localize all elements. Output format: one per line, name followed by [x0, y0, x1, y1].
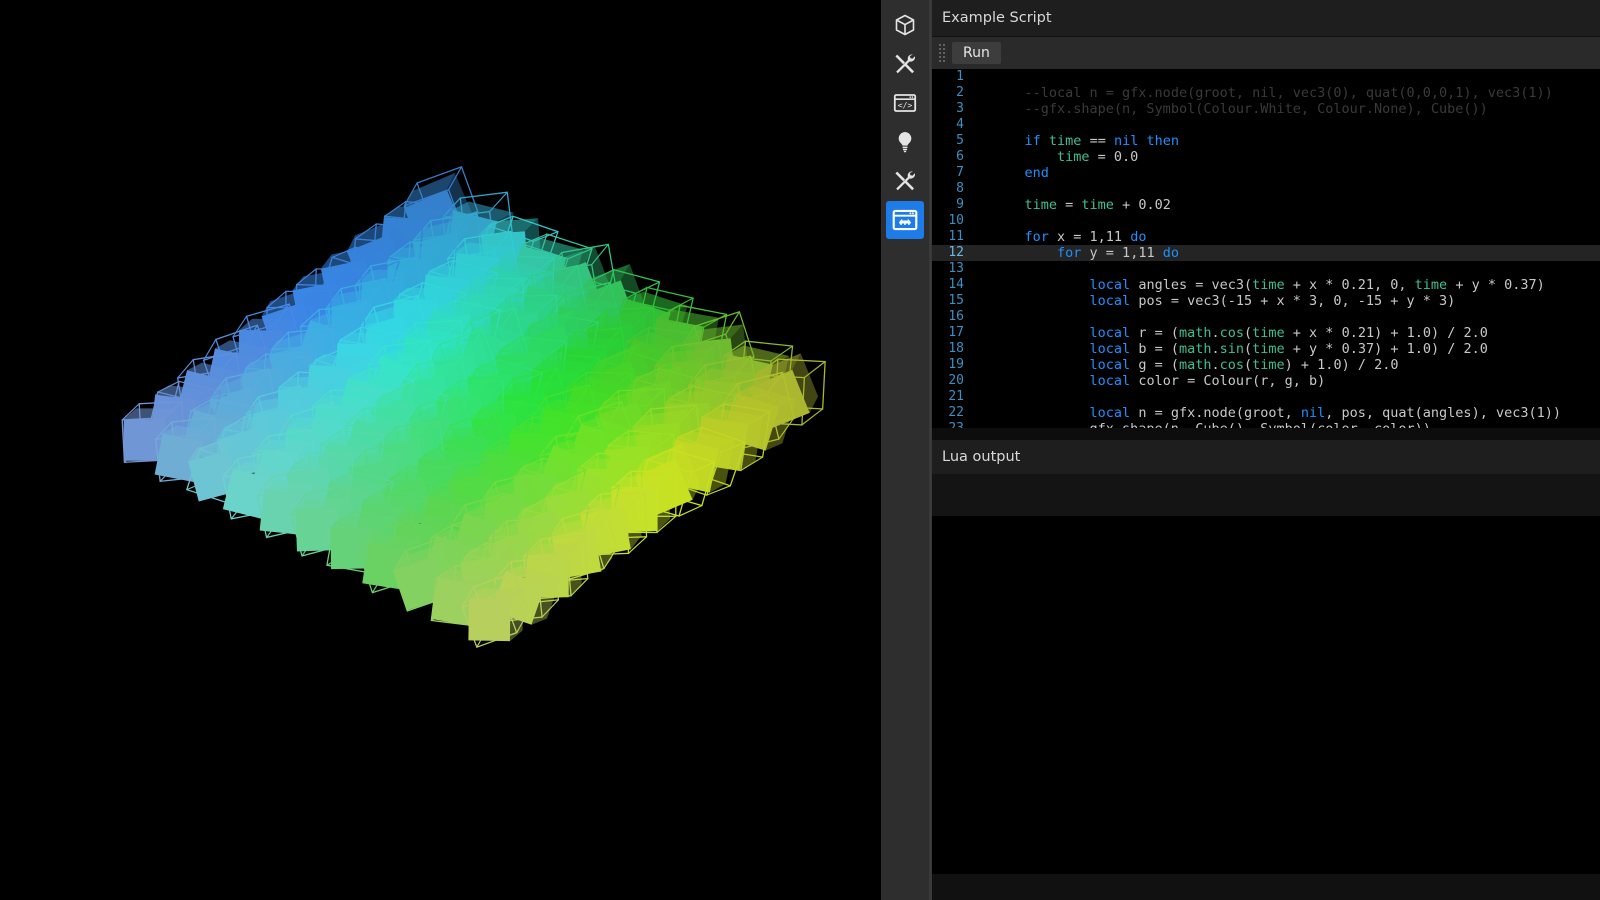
code-window-icon: </> — [893, 91, 917, 115]
line-text: local pos = vec3(-15 + x * 3, 0, -15 + y… — [974, 293, 1455, 309]
panel-divider[interactable] — [932, 428, 1600, 440]
line-number: 5 — [932, 133, 974, 149]
script-toolbar: Run — [932, 37, 1600, 69]
line-number: 4 — [932, 117, 974, 133]
code-line[interactable]: 14 local angles = vec3(time + x * 0.21, … — [932, 277, 1600, 293]
sidebar-item-lighting[interactable] — [886, 123, 924, 161]
line-number: 8 — [932, 181, 974, 197]
line-number: 9 — [932, 197, 974, 213]
line-text: for x = 1,11 do — [974, 229, 1146, 245]
code-line[interactable]: 20 local color = Colour(r, g, b) — [932, 373, 1600, 389]
output-panel-header-strip — [932, 474, 1600, 516]
output-panel-title: Lua output — [932, 440, 1600, 474]
line-number: 15 — [932, 293, 974, 309]
line-text: if time == nil then — [974, 133, 1179, 149]
code-line[interactable]: 22 local n = gfx.node(groot, nil, pos, q… — [932, 405, 1600, 421]
code-line[interactable]: 16 — [932, 309, 1600, 325]
line-number: 18 — [932, 341, 974, 357]
viewport-3d[interactable] — [0, 0, 881, 900]
line-text: time = 0.0 — [974, 149, 1138, 165]
code-line[interactable]: 1 — [932, 69, 1600, 85]
code-line[interactable]: 6 time = 0.0 — [932, 149, 1600, 165]
line-number: 22 — [932, 405, 974, 421]
line-number: 7 — [932, 165, 974, 181]
code-line[interactable]: 18 local b = (math.sin(time + y * 0.37) … — [932, 341, 1600, 357]
code-line[interactable]: 23 gfx.shape(n, Cube(), Symbol(color, co… — [932, 421, 1600, 428]
line-text: gfx.shape(n, Cube(), Symbol(color, color… — [974, 421, 1431, 428]
application-window: </> — [0, 0, 1600, 900]
code-line[interactable]: 11 for x = 1,11 do — [932, 229, 1600, 245]
line-number: 14 — [932, 277, 974, 293]
icon-sidebar: </> — [881, 0, 929, 900]
status-strip — [932, 874, 1600, 900]
cube-icon — [893, 13, 917, 37]
right-dock: Example Script Run 12 --local n = gfx.no… — [929, 0, 1600, 900]
line-text: --local n = gfx.node(groot, nil, vec3(0)… — [974, 85, 1553, 101]
line-number: 6 — [932, 149, 974, 165]
lua-output-console[interactable] — [932, 516, 1600, 875]
lightbulb-icon — [893, 130, 917, 154]
sidebar-item-utilities[interactable] — [886, 162, 924, 200]
code-line[interactable]: 21 — [932, 389, 1600, 405]
line-number: 3 — [932, 101, 974, 117]
line-text: time = time + 0.02 — [974, 197, 1171, 213]
script-panel-title: Example Script — [932, 0, 1600, 37]
line-text: local r = (math.cos(time + x * 0.21) + 1… — [974, 325, 1488, 341]
code-line[interactable]: 15 local pos = vec3(-15 + x * 3, 0, -15 … — [932, 293, 1600, 309]
run-button[interactable]: Run — [952, 42, 1001, 64]
line-text: --gfx.shape(n, Symbol(Colour.White, Colo… — [974, 101, 1488, 117]
line-text: local n = gfx.node(groot, nil, pos, quat… — [974, 405, 1561, 421]
tools-icon — [893, 52, 917, 76]
code-line[interactable]: 17 local r = (math.cos(time + x * 0.21) … — [932, 325, 1600, 341]
line-number: 17 — [932, 325, 974, 341]
line-number: 10 — [932, 213, 974, 229]
line-number: 1 — [932, 69, 974, 85]
cube-grid-scene — [0, 0, 881, 900]
code-line[interactable]: 10 — [932, 213, 1600, 229]
line-text: local g = (math.cos(time) + 1.0) / 2.0 — [974, 357, 1398, 373]
code-line[interactable]: 12 for y = 1,11 do — [932, 245, 1600, 261]
code-editor[interactable]: 12 --local n = gfx.node(groot, nil, vec3… — [932, 69, 1600, 428]
sidebar-item-script-window[interactable] — [886, 201, 924, 239]
code-line[interactable]: 2 --local n = gfx.node(groot, nil, vec3(… — [932, 85, 1600, 101]
code-line[interactable]: 7 end — [932, 165, 1600, 181]
line-number: 21 — [932, 389, 974, 405]
code-line[interactable]: 8 — [932, 181, 1600, 197]
tools-alt-icon — [893, 169, 917, 193]
code-line[interactable]: 4 — [932, 117, 1600, 133]
line-text: local color = Colour(r, g, b) — [974, 373, 1325, 389]
line-number: 11 — [932, 229, 974, 245]
sidebar-item-tools[interactable] — [886, 45, 924, 83]
line-number: 13 — [932, 261, 974, 277]
code-line[interactable]: 13 — [932, 261, 1600, 277]
line-number: 16 — [932, 309, 974, 325]
toolbar-drag-handle[interactable] — [938, 43, 946, 63]
invader-window-icon — [892, 207, 918, 233]
line-text: for y = 1,11 do — [974, 245, 1179, 261]
line-text: local angles = vec3(time + x * 0.21, 0, … — [974, 277, 1545, 293]
line-number: 20 — [932, 373, 974, 389]
line-number: 2 — [932, 85, 974, 101]
line-number: 23 — [932, 421, 974, 428]
code-line[interactable]: 9 time = time + 0.02 — [932, 197, 1600, 213]
sidebar-item-code[interactable]: </> — [886, 84, 924, 122]
svg-text:</>: </> — [898, 101, 913, 110]
code-line[interactable]: 5 if time == nil then — [932, 133, 1600, 149]
line-number: 12 — [932, 245, 974, 261]
code-line[interactable]: 3 --gfx.shape(n, Symbol(Colour.White, Co… — [932, 101, 1600, 117]
line-text: local b = (math.sin(time + y * 0.37) + 1… — [974, 341, 1488, 357]
sidebar-item-scene[interactable] — [886, 6, 924, 44]
code-line[interactable]: 19 local g = (math.cos(time) + 1.0) / 2.… — [932, 357, 1600, 373]
code-editor-scroll[interactable]: 12 --local n = gfx.node(groot, nil, vec3… — [932, 69, 1600, 428]
line-text: end — [974, 165, 1049, 181]
line-number: 19 — [932, 357, 974, 373]
